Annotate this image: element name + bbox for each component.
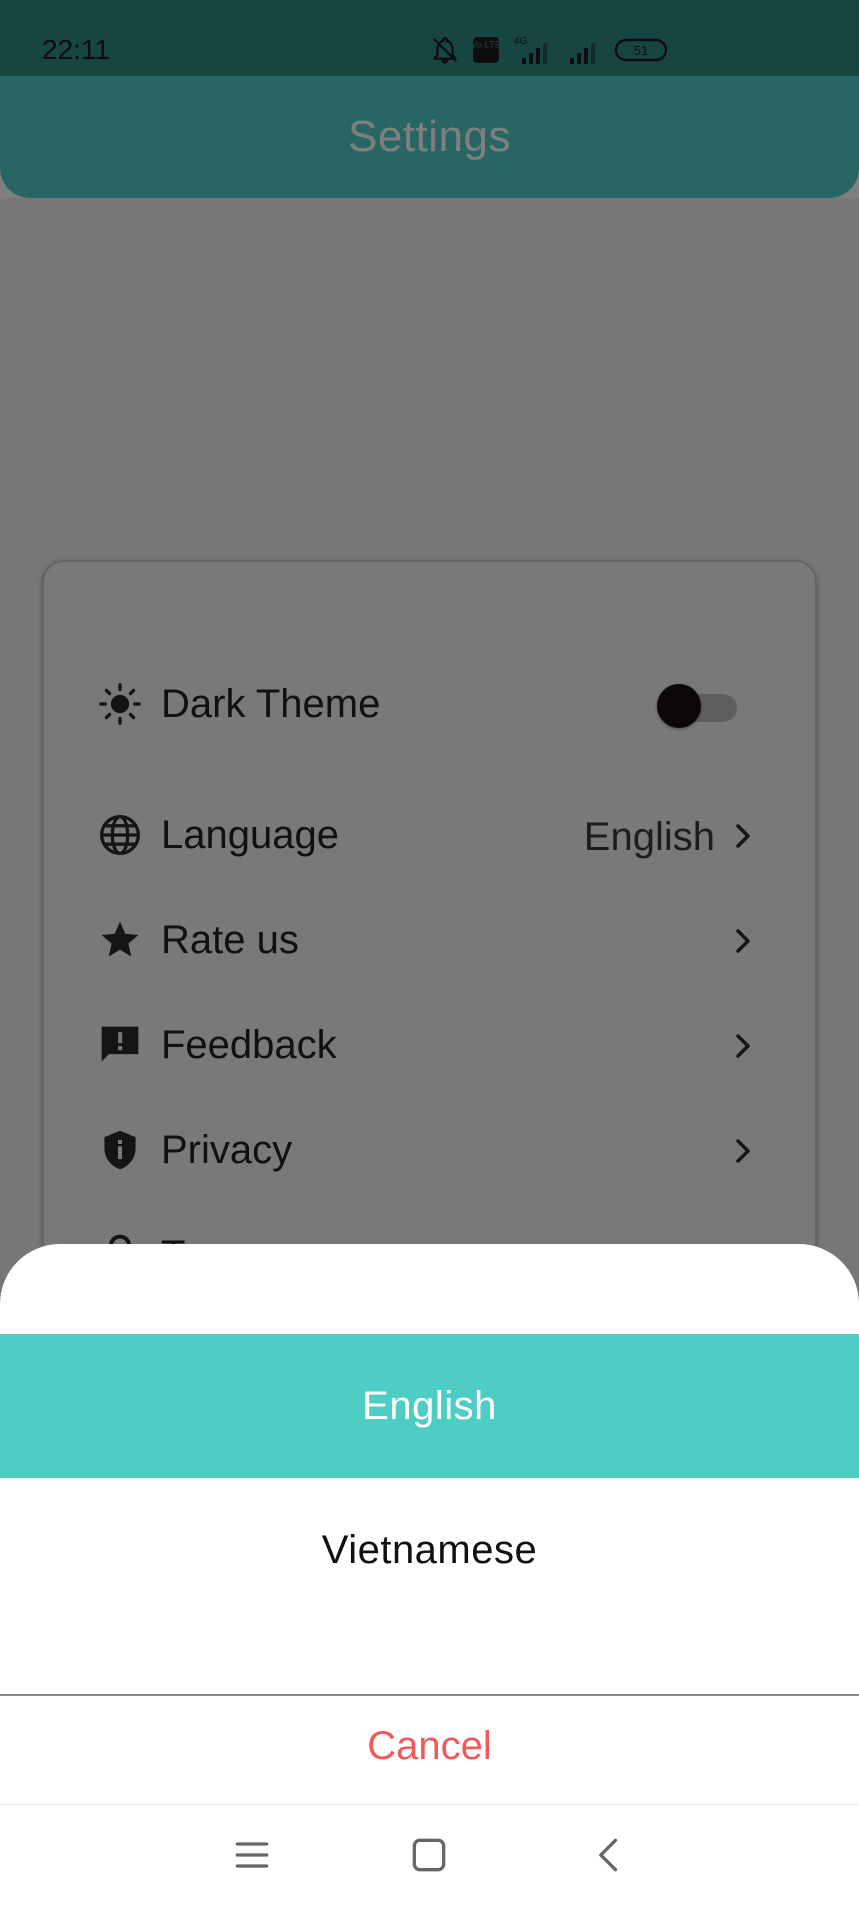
cancel-button[interactable]: Cancel: [0, 1696, 859, 1796]
home-icon[interactable]: [407, 1833, 451, 1877]
language-bottom-sheet: English Vietnamese Cancel: [0, 1244, 859, 1804]
language-option-vietnamese[interactable]: Vietnamese: [0, 1478, 859, 1622]
settings-screen: 22:11 Vo LTE 4G: [0, 0, 859, 1908]
back-icon[interactable]: [588, 1833, 632, 1877]
menu-icon[interactable]: [230, 1833, 274, 1877]
language-option-english[interactable]: English: [0, 1334, 859, 1478]
system-nav-bar: [0, 1804, 859, 1908]
